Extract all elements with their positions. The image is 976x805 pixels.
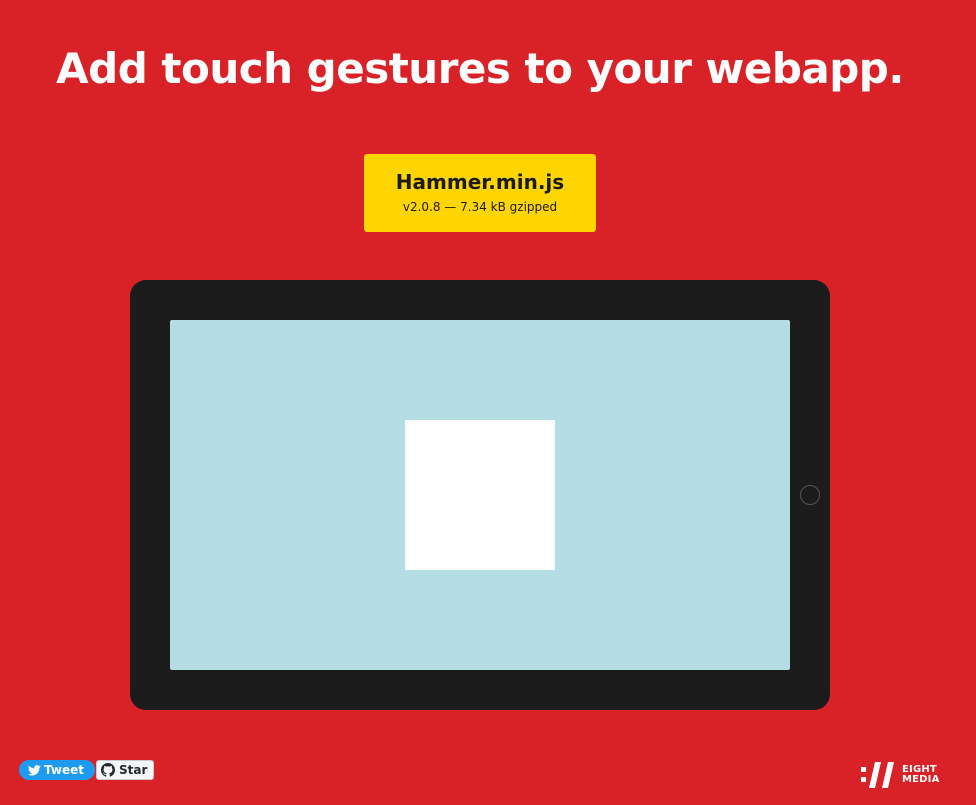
download-title: Hammer.min.js bbox=[395, 170, 565, 194]
download-hammer-button[interactable]: Hammer.min.js v2.0.8 — 7.34 kB gzipped bbox=[364, 154, 596, 232]
download-meta: v2.0.8 — 7.34 kB gzipped bbox=[402, 200, 558, 214]
page-headline: Add touch gestures to your webapp. bbox=[56, 44, 904, 93]
tablet-screen[interactable] bbox=[170, 320, 790, 670]
brand-wordmark: EIGHT MEDIA bbox=[902, 765, 940, 785]
eight-media-logo[interactable]: EIGHT MEDIA bbox=[860, 760, 940, 790]
star-label: Star bbox=[119, 763, 148, 777]
eight-media-slashes-logo bbox=[861, 762, 894, 788]
brand-line-2: MEDIA bbox=[902, 774, 940, 785]
github-octocat-icon bbox=[101, 763, 115, 777]
tweet-label: Tweet bbox=[44, 763, 84, 777]
gesture-target-square[interactable] bbox=[405, 420, 555, 570]
tweet-button[interactable]: Tweet bbox=[19, 760, 95, 780]
github-star-button[interactable]: Star bbox=[96, 760, 155, 780]
tablet-device bbox=[130, 280, 830, 710]
twitter-bird-icon bbox=[28, 764, 41, 776]
page: Add touch gestures to your webapp. Hamme… bbox=[0, 0, 976, 805]
tablet-home-button[interactable] bbox=[800, 485, 820, 505]
